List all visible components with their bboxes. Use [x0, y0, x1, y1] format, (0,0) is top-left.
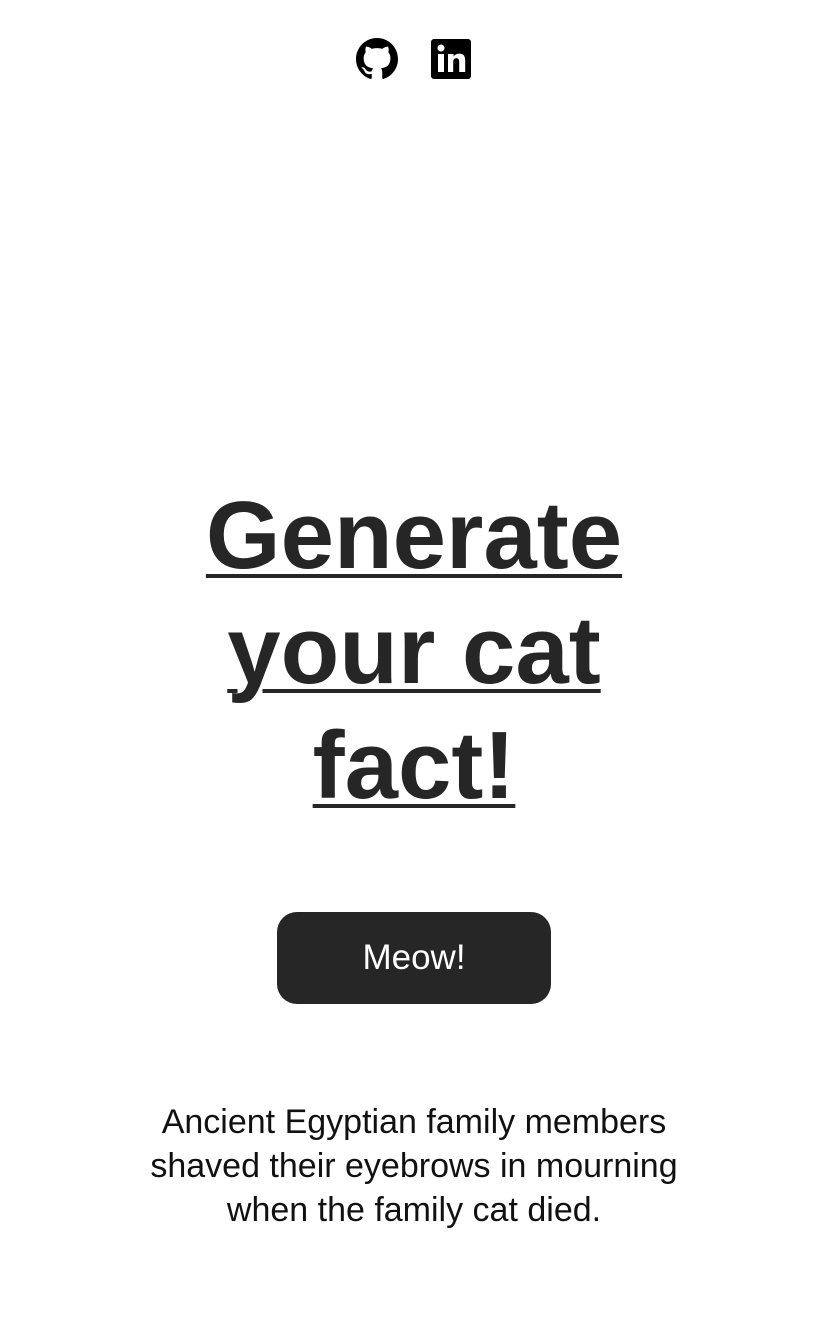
- linkedin-icon: [431, 39, 471, 79]
- page-title: Generate your cat fact!: [205, 482, 623, 819]
- fact-container: Ancient Egyptian family members shaved t…: [0, 1100, 828, 1232]
- button-container: Meow!: [0, 912, 828, 1004]
- cat-fact-text: Ancient Egyptian family members shaved t…: [150, 1103, 678, 1229]
- linkedin-link[interactable]: [430, 38, 472, 80]
- github-link[interactable]: [356, 38, 398, 80]
- page: Generate your cat fact! Meow! Ancient Eg…: [0, 0, 828, 1317]
- github-icon: [356, 38, 398, 79]
- meow-button[interactable]: Meow!: [277, 912, 551, 1004]
- social-links: [0, 38, 828, 82]
- hero: Generate your cat fact!: [0, 478, 828, 823]
